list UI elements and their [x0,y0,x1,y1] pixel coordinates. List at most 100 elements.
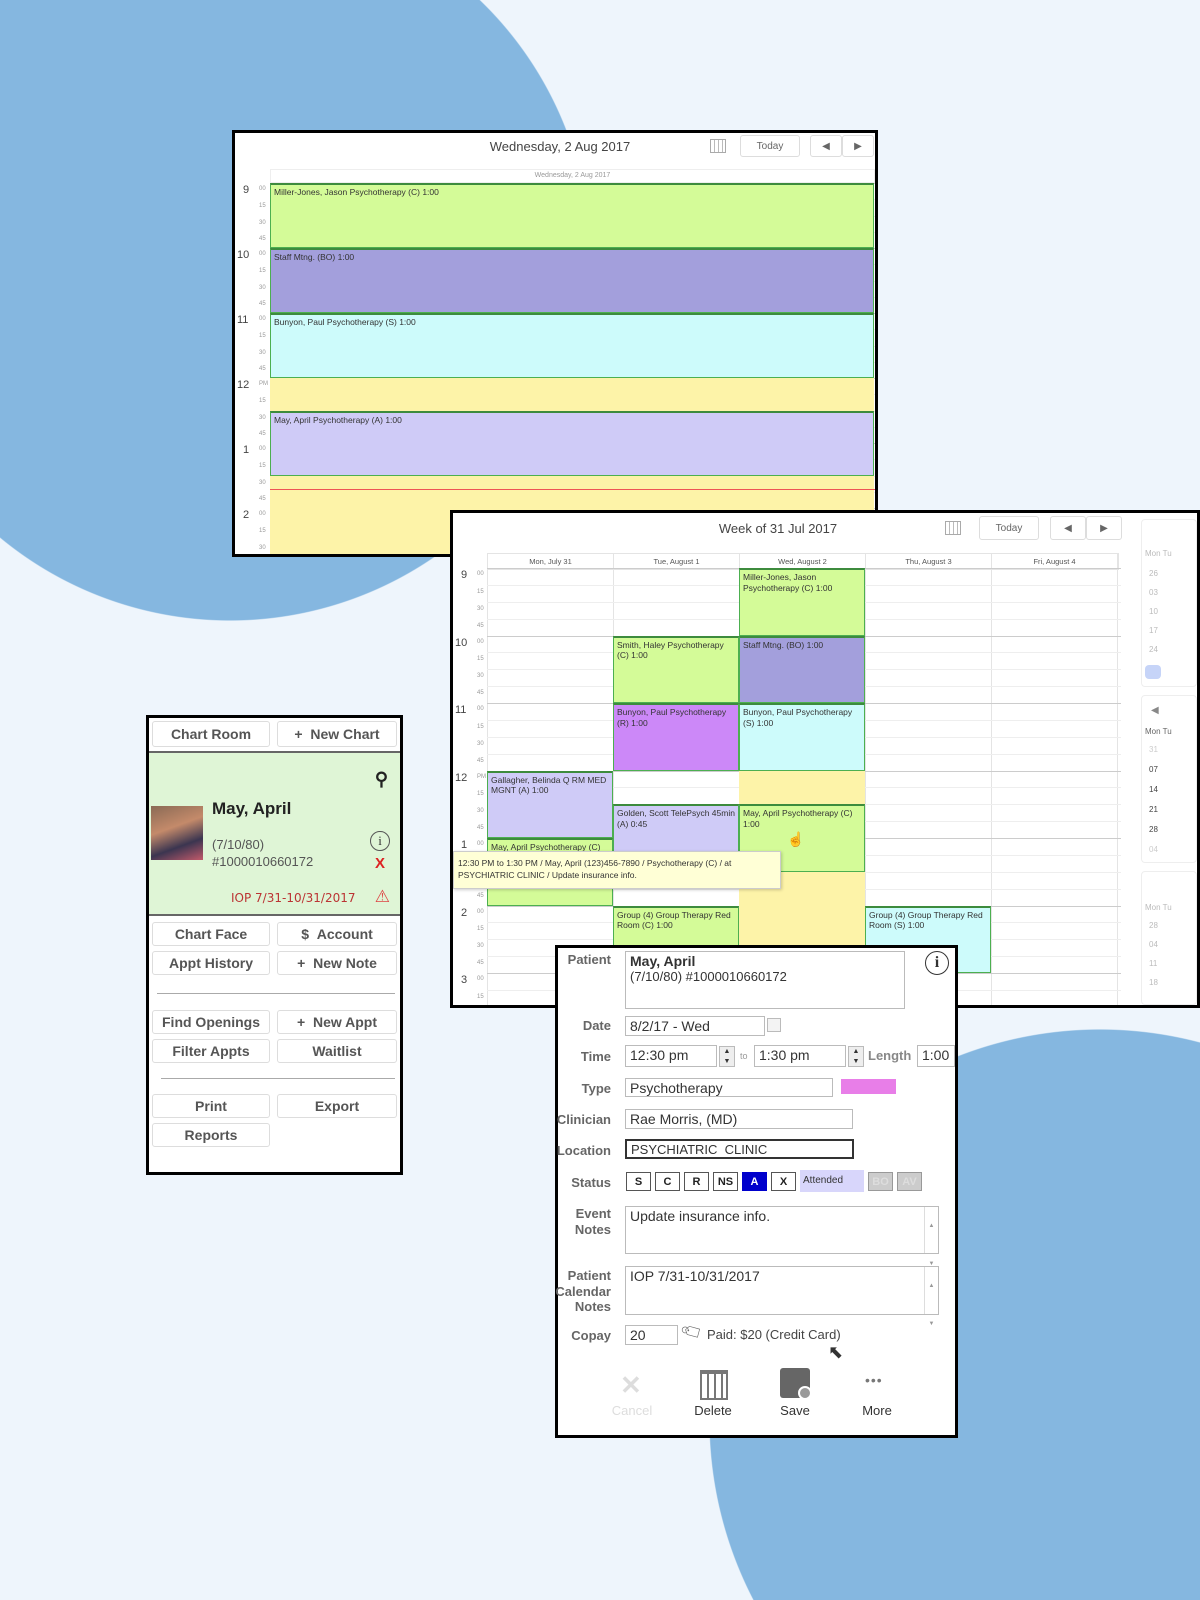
hour-label: 10 [455,636,468,649]
mini-date[interactable]: 14 [1149,785,1158,794]
event-notes-label: Event Notes [574,1206,611,1237]
minute-label: 00 [259,186,266,192]
type-color-swatch [841,1079,896,1094]
calendar-event[interactable]: Staff Mtng. (BO) 1:00 [739,635,865,703]
patient-avatar [151,806,203,860]
patient-dob: (7/10/80) [212,837,265,852]
delete-button[interactable]: Delete [683,1403,743,1418]
warning-icon: ⚠ [374,887,390,906]
new-appt-button[interactable]: + New Appt [277,1010,397,1034]
calendar-event[interactable]: Bunyon, Paul Psychotherapy (S) 1:00 [739,703,865,771]
status-c-button[interactable]: C [655,1172,680,1191]
clinician-field[interactable]: Rae Morris, (MD) [625,1109,853,1129]
mini-date: 28 [1149,921,1158,930]
status-av-button[interactable]: AV [897,1172,922,1191]
day-header: Fri, August 4 [992,554,1118,569]
today-button[interactable]: Today [740,135,800,157]
day-header: Thu, August 3 [866,554,992,569]
mini-date[interactable]: 31 [1149,745,1158,754]
length-field[interactable]: 1:00 [917,1045,955,1067]
cancel-button[interactable]: Cancel [602,1403,662,1418]
hour-label: 12 [237,379,250,391]
event-tooltip: 12:30 PM to 1:30 PM / May, April (123)45… [453,851,781,889]
find-openings-button[interactable]: Find Openings [152,1010,270,1034]
appt-history-button[interactable]: Appt History [152,951,270,975]
minute-label: 15 [259,398,266,405]
type-field[interactable]: Psychotherapy [625,1078,833,1097]
next-day-button[interactable]: ▶ [842,135,874,157]
hour-label: 2 [461,906,468,919]
reports-button[interactable]: Reports [152,1123,270,1147]
print-button[interactable]: Print [152,1094,270,1118]
patient-field[interactable]: May, April (7/10/80) #1000010660172 [625,951,905,1009]
export-button[interactable]: Export [277,1094,397,1118]
calendar-icon[interactable] [710,139,726,153]
end-time-spinner[interactable]: ▲ ▼ [848,1046,864,1067]
calendar-event[interactable]: Golden, Scott TelePsych 45min (A) 0:45 [613,804,739,855]
minute-label: 15 [259,203,266,210]
prev-day-button[interactable]: ◀ [810,135,842,157]
mini-date[interactable]: 07 [1149,765,1158,774]
save-button[interactable]: Save [765,1403,825,1418]
mini-date[interactable]: 04 [1149,845,1158,854]
minute-label: 00 [477,908,484,915]
highlight-block [270,378,874,411]
account-button[interactable]: $ Account [277,922,397,946]
chart-room-button[interactable]: Chart Room [152,721,270,747]
calendar-event[interactable]: Miller-Jones, Jason Psychotherapy (C) 1:… [270,183,874,248]
new-note-button[interactable]: + New Note [277,951,397,975]
status-r-button[interactable]: R [684,1172,709,1191]
chart-face-button[interactable]: Chart Face [152,922,270,946]
date-field[interactable]: 8/2/17 - Wed [625,1016,765,1036]
status-a-button[interactable]: A [742,1172,767,1191]
calendar-event[interactable]: Bunyon, Paul Psychotherapy (S) 1:00 [270,313,874,378]
calendar-event[interactable]: Gallagher, Belinda Q RM MED MGNT (A) 1:0… [487,770,613,838]
minute-label: 30 [259,219,266,226]
end-time-field[interactable]: 1:30 pm [754,1045,846,1067]
start-time-spinner[interactable]: ▲ ▼ [719,1046,735,1067]
waitlist-button[interactable]: Waitlist [277,1039,397,1063]
filter-appts-button[interactable]: Filter Appts [152,1039,270,1063]
length-label: Length [868,1048,912,1063]
status-bo-button[interactable]: BO [868,1172,893,1191]
calendar-event[interactable]: Bunyon, Paul Psychotherapy (R) 1:00 [613,703,739,771]
close-chart-icon[interactable]: X [375,855,385,872]
calendar-event[interactable]: Smith, Haley Psychotherapy (C) 1:00 [613,635,739,703]
location-field[interactable]: PSYCHIATRIC CLINIC [625,1139,854,1159]
info-icon[interactable]: i [370,831,390,851]
mini-calendars: Mon Tu 26 03 10 17 24 ◀ Mon Tu 31 07 14 21 28 04 Mon T… [1113,513,1197,1005]
dollar-icon: $ [301,926,317,942]
calendar-notes-field[interactable]: IOP 7/31-10/31/2017 [625,1266,939,1315]
mini-date[interactable]: 21 [1149,805,1158,814]
minute-label: 15 [477,723,484,730]
start-time-field[interactable]: 12:30 pm [625,1045,717,1067]
hour-label: 9 [461,569,468,581]
new-chart-button[interactable]: + New Chart [277,721,397,747]
mini-date[interactable]: 28 [1149,825,1158,834]
calendar-event[interactable]: Miller-Jones, Jason Psychotherapy (C) 1:… [739,568,865,636]
copay-field[interactable]: 20 [625,1325,678,1345]
info-icon[interactable]: i [925,951,949,975]
status-ns-button[interactable]: NS [713,1172,738,1191]
patient-id: #1000010660172 [212,854,314,869]
minute-label: 30 [259,479,266,486]
status-x-button[interactable]: X [771,1172,796,1191]
more-button[interactable]: More [847,1403,907,1418]
calendar-icon[interactable] [945,521,961,535]
event-notes-scrollbar[interactable]: ▲ ▼ [924,1207,938,1267]
minute-label: 00 [259,251,266,257]
calendar-event[interactable]: Staff Mtng. (BO) 1:00 [270,248,874,313]
day-grid: 9 00 15 30 45 10 00 15 30 45 11 00 15 30 45 12 PM 15 30 45 1… [235,183,875,554]
event-notes-field[interactable]: Update insurance info. [625,1206,939,1254]
prev-week-button[interactable]: ◀ [1050,516,1086,540]
day-header: Wed, August 2 [740,554,866,569]
minute-label: 30 [259,414,266,421]
search-icon[interactable]: ⚲ [375,769,388,790]
calendar-notes-scrollbar[interactable]: ▲ ▼ [924,1267,938,1327]
calendar-event[interactable]: May, April Psychotherapy (A) 1:00 [270,410,874,476]
mini-prev-month-icon[interactable]: ◀ [1151,705,1159,716]
minute-label: 15 [477,993,484,1000]
date-picker-icon[interactable] [767,1018,781,1032]
status-s-button[interactable]: S [626,1172,651,1191]
today-button[interactable]: Today [979,516,1039,540]
